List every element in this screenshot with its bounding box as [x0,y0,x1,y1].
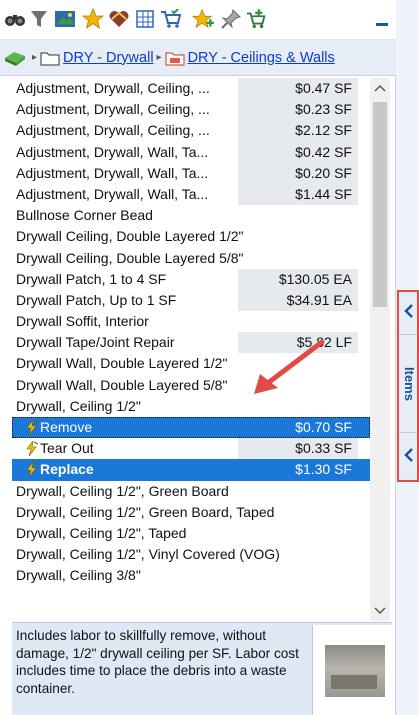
item-name: Replace [40,461,94,478]
breadcrumb-separator-icon: ▸ [32,52,38,63]
item-price: $0.20 SF [238,162,358,184]
item-price: $34.91 EA [238,289,358,312]
heart-icon[interactable] [108,8,130,30]
scroll-up-icon[interactable] [370,78,390,98]
toolbar [0,0,396,40]
breadcrumb-separator-icon: ▸ [156,52,162,63]
list-item[interactable]: Drywall, Ceiling 1/2", Green Board, Tape… [12,502,370,523]
ceiling-photo [325,645,385,697]
item-name: Adjustment, Drywall, Ceiling, ... [16,122,210,139]
folder-icon [40,50,60,66]
chevron-left-icon[interactable] [403,448,415,462]
item-price: $0.33 SF [238,438,358,460]
scroll-down-icon[interactable] [370,601,390,621]
item-price: $1.30 SF [295,461,352,478]
breadcrumb-subcategory-link[interactable]: DRY - Ceilings & Walls [188,50,335,66]
item-name: Drywall Wall, Double Layered 1/2" [16,355,228,372]
item-name: Drywall Tape/Joint Repair [16,334,175,351]
list-item[interactable]: Drywall, Ceiling 1/2", Taped [12,523,370,544]
item-name: Tear Out [40,440,94,457]
items-side-tab[interactable]: Items [397,290,419,482]
line-item-panel: ▸ DRY - Drywall ▸ DRY - Ceilings & Walls… [0,0,396,715]
sub-item-remove[interactable]: Remove $0.70 SF [12,417,370,439]
lightning-icon [24,441,39,457]
item-name: Drywall, Ceiling 1/2", Vinyl Covered (VO… [16,546,280,563]
list-item[interactable]: Drywall Wall, Double Layered 5/8" [12,375,370,396]
binoculars-icon[interactable] [4,8,26,30]
calculator-icon[interactable] [134,8,156,30]
item-price: $0.42 SF [238,141,358,163]
item-name: Adjustment, Drywall, Ceiling, ... [16,101,210,118]
item-name: Bullnose Corner Bead [16,207,153,224]
list-item[interactable]: Bullnose Corner Bead [12,205,370,226]
filter-icon[interactable] [28,8,50,30]
list-item[interactable]: Drywall Tape/Joint Repair $5.82 LF [12,332,370,354]
sub-item-replace[interactable]: Replace $1.30 SF [12,459,370,481]
pin-icon[interactable] [220,8,242,30]
item-name: Drywall, Ceiling 1/2", Green Board [16,482,229,499]
list-item[interactable]: Adjustment, Drywall, Ceiling, ... $2.12 S… [12,120,370,142]
list-item[interactable]: Drywall Wall, Double Layered 1/2" [12,353,370,374]
description-area: Includes labor to skillfully remove, wit… [12,622,392,715]
list-item-expanded[interactable]: Drywall, Ceiling 1/2" [12,396,370,417]
category-book-icon[interactable] [4,49,26,67]
item-list: Adjustment, Drywall, Ceiling, ... $0.47 S… [12,78,370,621]
list-item[interactable]: Adjustment, Drywall, Ceiling, ... $0.47 S… [12,78,370,100]
item-price: $0.47 SF [238,78,358,100]
item-name: Remove [40,419,93,435]
item-price: $2.12 SF [238,120,358,142]
scroll-thumb[interactable] [373,102,387,307]
item-name: Drywall Patch, Up to 1 SF [16,291,177,308]
item-price: $0.70 SF [295,419,352,435]
item-name: Drywall Wall, Double Layered 5/8" [16,376,228,393]
list-item[interactable]: Drywall, Ceiling 1/2", Green Board [12,481,370,502]
item-name: Adjustment, Drywall, Wall, Ta... [16,185,209,202]
sub-item-tear-out[interactable]: Tear Out $0.33 SF [12,438,370,460]
chevron-left-icon[interactable] [403,304,415,318]
item-name: Drywall Ceiling, Double Layered 5/8" [16,249,244,266]
breadcrumb-category-link[interactable]: DRY - Drywall [63,50,154,66]
list-item[interactable]: Drywall, Ceiling 1/2", Vinyl Covered (VO… [12,544,370,565]
minimize-button[interactable] [374,4,390,32]
item-name: Drywall Patch, 1 to 4 SF [16,270,167,287]
tab-divider [399,432,417,433]
item-name: Drywall, Ceiling 1/2", Green Board, Tape… [16,503,275,520]
item-name: Drywall, Ceiling 3/8" [16,567,141,584]
item-name: Adjustment, Drywall, Ceiling, ... [16,80,210,96]
list-item[interactable]: Adjustment, Drywall, Ceiling, ... $0.23 S… [12,99,370,121]
cart-add-icon[interactable] [246,8,268,30]
list-item[interactable]: Drywall Ceiling, Double Layered 5/8" [12,248,370,269]
list-item[interactable]: Adjustment, Drywall, Wall, Ta... $0.20 SF [12,162,370,184]
list-item[interactable]: Drywall, Ceiling 3/8" [12,565,370,586]
list-item[interactable]: Adjustment, Drywall, Wall, Ta... $0.42 SF [12,141,370,163]
item-price: $0.23 SF [238,99,358,121]
item-thumbnail[interactable] [312,625,392,715]
tab-divider [399,334,417,335]
folder-red-icon [165,50,185,66]
item-name: Drywall, Ceiling 1/2", Taped [16,524,187,541]
cart-icon[interactable] [160,8,182,30]
item-description: Includes labor to skillfully remove, wit… [16,628,299,696]
items-tab-label[interactable]: Items [401,354,417,414]
list-scrollbar[interactable] [370,78,390,621]
list-item[interactable]: Drywall Soffit, Interior [12,311,370,332]
item-price: $130.05 EA [238,268,358,290]
item-name: Drywall Ceiling, Double Layered 1/2" [16,228,244,245]
item-name: Adjustment, Drywall, Wall, Ta... [16,143,209,160]
image-icon[interactable] [54,8,76,30]
item-name: Drywall, Ceiling 1/2" [16,397,141,414]
list-item[interactable]: Drywall Patch, 1 to 4 SF $130.05 EA [12,268,370,290]
list-item[interactable]: Drywall Ceiling, Double Layered 1/2" [12,226,370,247]
star-add-icon[interactable] [192,8,214,30]
item-price: $5.82 LF [238,332,358,354]
item-price: $1.44 SF [238,183,358,206]
list-item[interactable]: Drywall Patch, Up to 1 SF $34.91 EA [12,289,370,312]
list-item[interactable]: Adjustment, Drywall, Wall, Ta... $1.44 SF [12,183,370,206]
lightning-icon [24,419,39,436]
item-name: Drywall Soffit, Interior [16,313,149,330]
lightning-icon [24,462,39,478]
star-icon[interactable] [82,8,104,30]
breadcrumb: ▸ DRY - Drywall ▸ DRY - Ceilings & Walls [0,40,396,76]
item-name: Adjustment, Drywall, Wall, Ta... [16,164,209,181]
